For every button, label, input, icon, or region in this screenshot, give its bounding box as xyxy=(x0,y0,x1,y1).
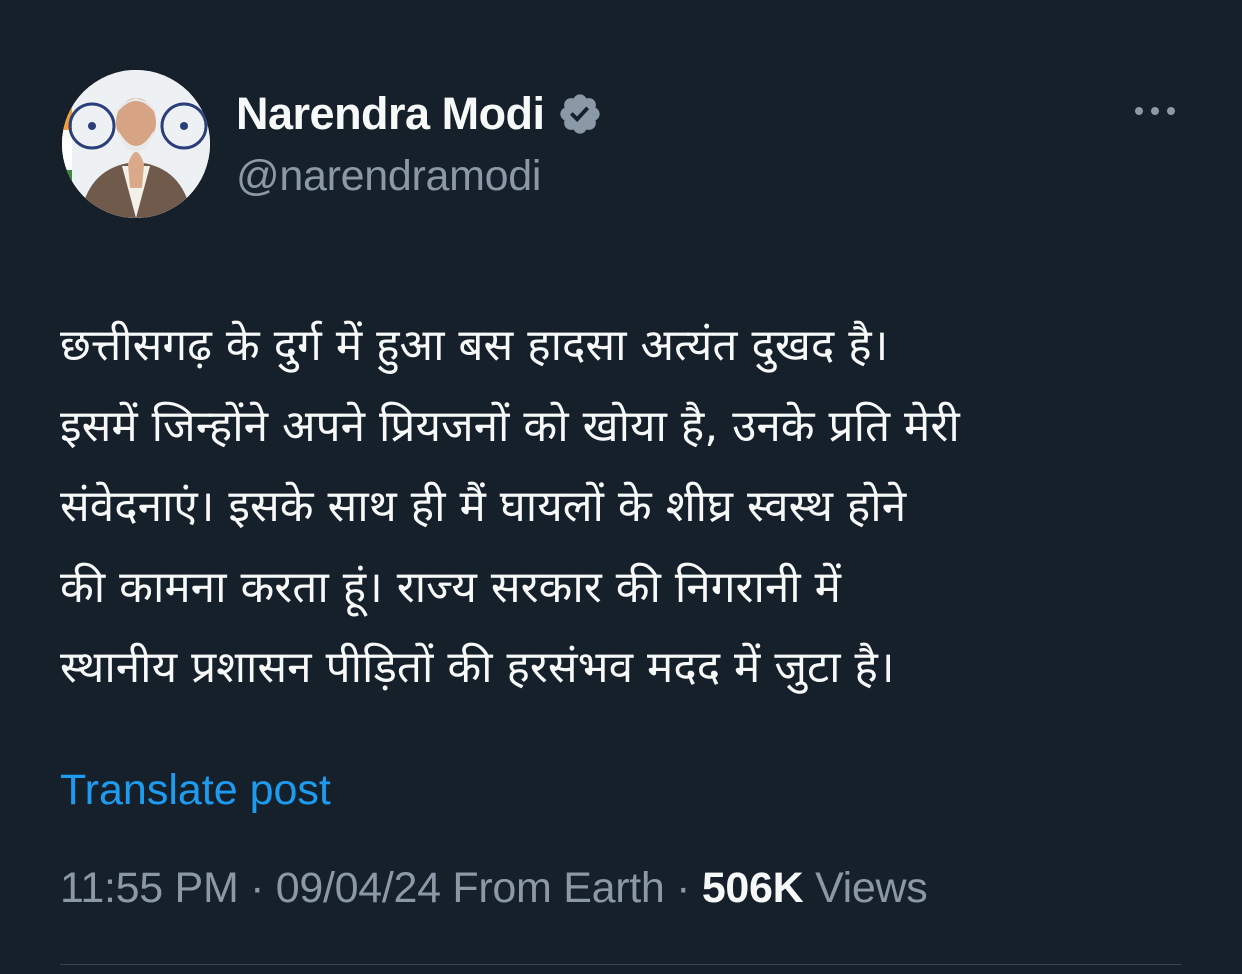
post-text-line: संवेदनाएं। इसके साथ ही मैं घायलों के शीघ… xyxy=(60,481,907,532)
post-metadata: 11:55 PM · 09/04/24 From Earth · 506K Vi… xyxy=(60,864,928,913)
post-text: छत्तीसगढ़ के दुर्ग में हुआ बस हादसा अत्य… xyxy=(60,306,1210,709)
post-detail: Narendra Modi @narendramodi छत्तीसगढ़ के… xyxy=(0,0,1242,974)
post-text-line: इसमें जिन्होंने अपने प्रियजनों को खोया ह… xyxy=(60,400,960,452)
post-date[interactable]: 09/04/24 xyxy=(276,864,441,912)
post-text-line: छत्तीसगढ़ के दुर्ग में हुआ बस हादसा अत्य… xyxy=(60,320,889,371)
views-count[interactable]: 506K xyxy=(702,864,804,912)
meta-separator: · xyxy=(664,864,702,912)
divider xyxy=(60,964,1182,965)
avatar[interactable] xyxy=(62,70,210,218)
translate-post-link[interactable]: Translate post xyxy=(60,766,331,815)
author-name-row: Narendra Modi xyxy=(236,84,603,144)
views-label: Views xyxy=(803,864,928,912)
meta-separator: · xyxy=(238,864,276,912)
verified-badge-icon xyxy=(559,94,600,134)
author-handle[interactable]: @narendramodi xyxy=(236,152,541,201)
author-display-name[interactable]: Narendra Modi xyxy=(236,88,545,140)
avatar-image xyxy=(62,70,210,218)
post-time[interactable]: 11:55 PM xyxy=(60,864,239,912)
post-location: From Earth xyxy=(440,864,665,912)
more-horizontal-icon[interactable] xyxy=(1132,96,1178,126)
post-text-line: स्थानीय प्रशासन पीड़ितों की हरसंभव मदद म… xyxy=(60,642,895,693)
post-text-line: की कामना करता हूं। राज्य सरकार की निगरान… xyxy=(60,561,841,613)
